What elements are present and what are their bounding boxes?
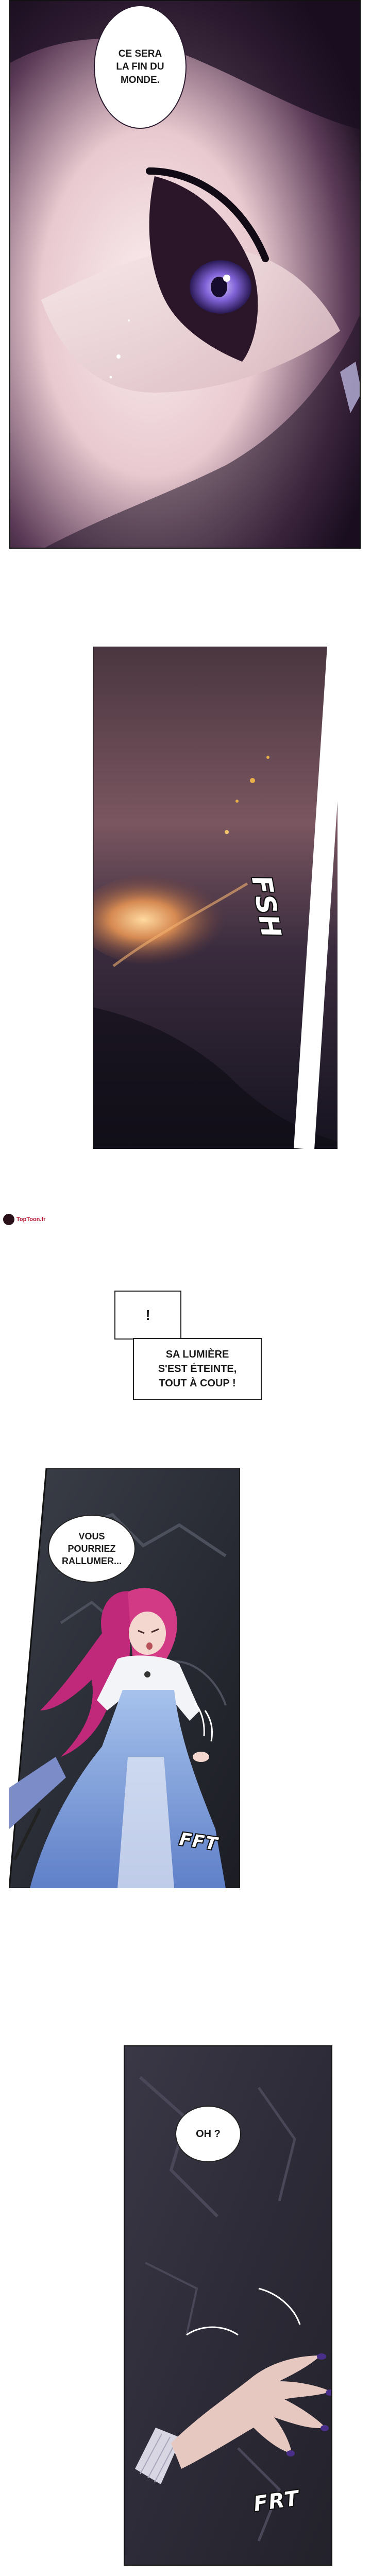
speech-bubble: CE SERA LA FIN DU MONDE. (94, 5, 187, 129)
panel-girl-cave: VOUS POURRIEZ RALLUMER... FFT (9, 1468, 240, 1888)
site-watermark: TopToon.fr (3, 1214, 45, 1225)
speech-bubble: OH ? (175, 2106, 241, 2162)
panel-eye-closeup: CE SERA LA FIN DU MONDE. (9, 0, 361, 549)
exclaim-text: ! (145, 1307, 150, 1323)
speech-text: OH ? (196, 2128, 221, 2140)
speech-bubble: VOUS POURRIEZ RALLUMER... (48, 1515, 136, 1583)
narration-text: SA LUMIÈRE S'EST ÉTEINTE, TOUT À COUP ! (158, 1349, 237, 1389)
speech-text: CE SERA LA FIN DU MONDE. (116, 48, 164, 86)
narration-box: SA LUMIÈRE S'EST ÉTEINTE, TOUT À COUP ! (133, 1338, 262, 1400)
eye-closeup-art (10, 1, 360, 548)
dark-flame-art (93, 647, 338, 1149)
speech-text: VOUS POURRIEZ RALLUMER... (62, 1531, 122, 1567)
exclaim-box: ! (114, 1291, 181, 1340)
watermark-text: TopToon.fr (16, 1216, 46, 1223)
panel-hand-rock: OH ? FRT (124, 2045, 332, 2566)
panel-dark-flame: FSH (93, 647, 338, 1149)
toptoon-logo-icon (3, 1214, 14, 1225)
